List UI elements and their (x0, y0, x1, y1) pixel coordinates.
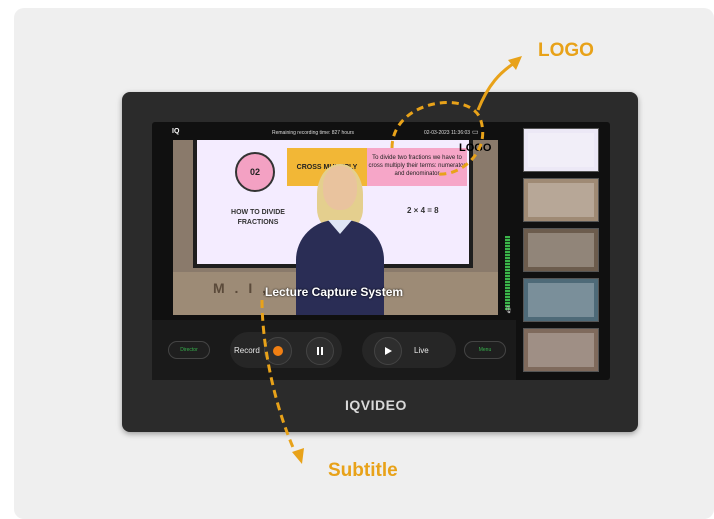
subtitle-arrow-head (292, 448, 304, 464)
subtitle-annotation-label: Subtitle (328, 460, 398, 481)
logo-arrow-head (508, 56, 522, 70)
subtitle-arrow-line (260, 299, 297, 453)
logo-circle-annotation (390, 101, 485, 176)
annotation-arrows (260, 56, 522, 464)
logo-arrow-line (476, 60, 517, 111)
logo-annotation-label: LOGO (538, 40, 594, 61)
